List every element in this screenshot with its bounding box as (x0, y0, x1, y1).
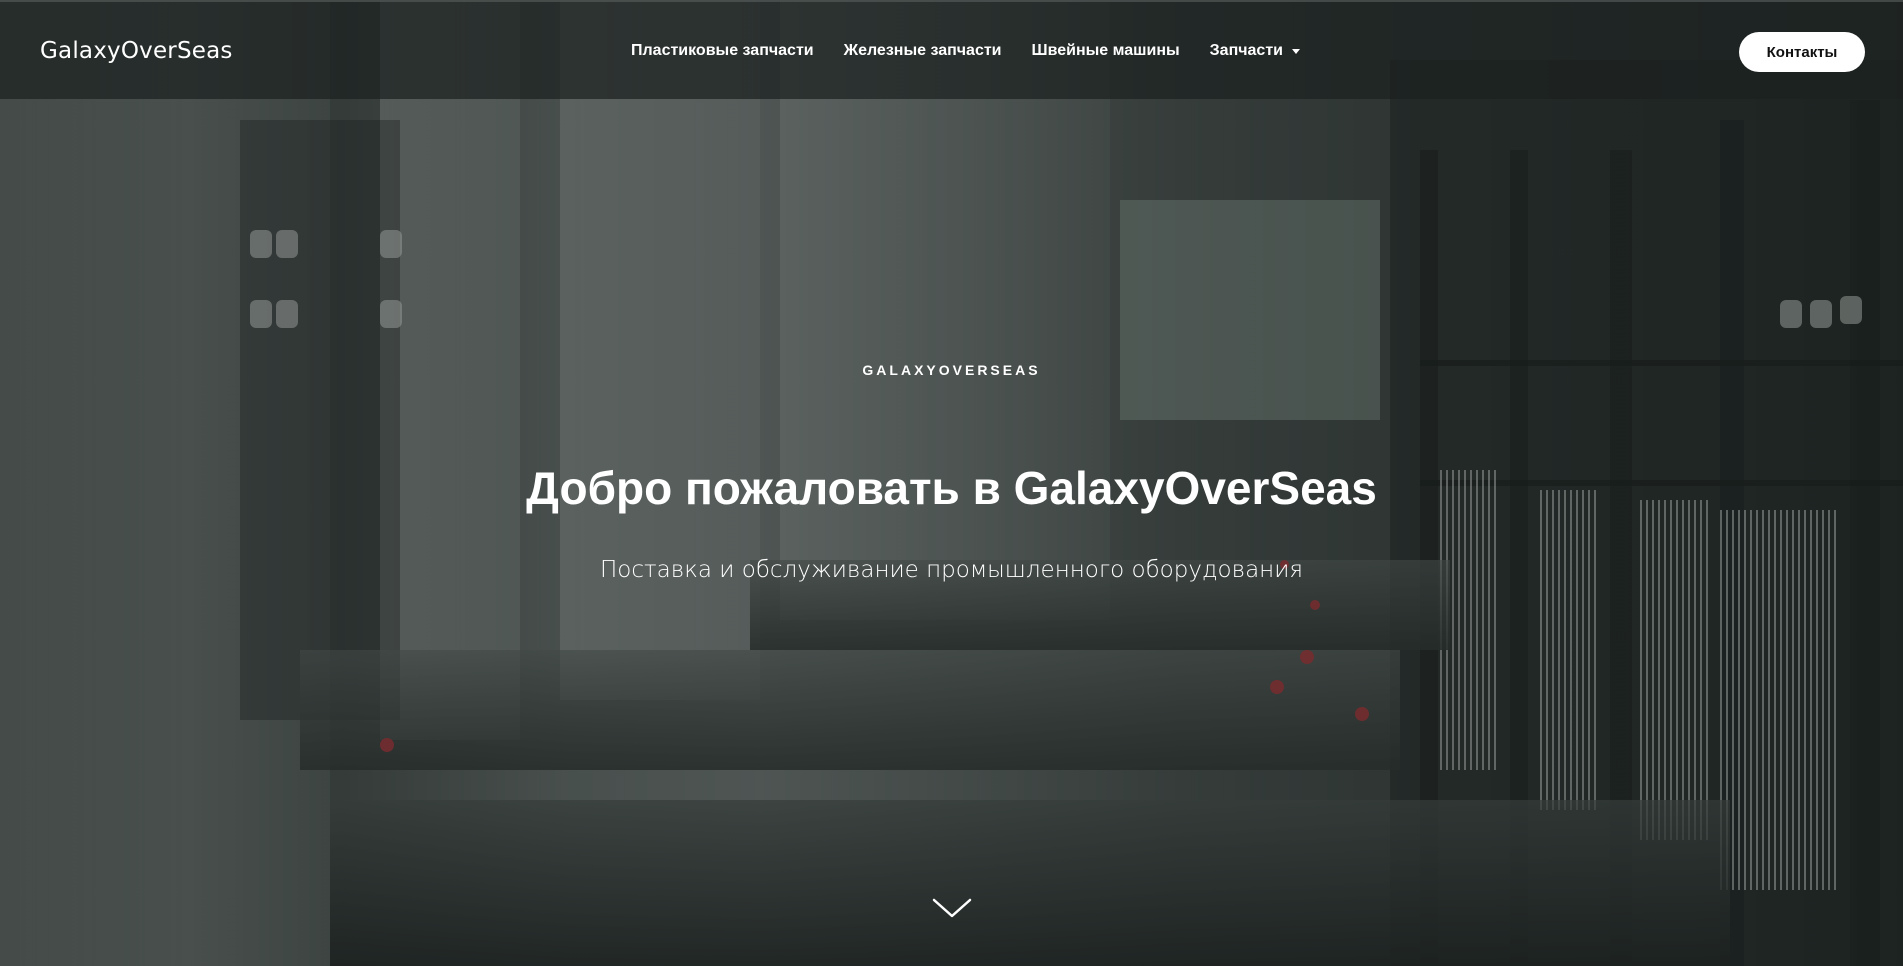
hero-subtitle: Поставка и обслуживание промышленного об… (600, 557, 1303, 583)
hero-section: GalaxyOverSeas Пластиковые запчасти Желе… (0, 0, 1903, 966)
scroll-down-button[interactable] (932, 896, 972, 920)
main-nav: Пластиковые запчасти Железные запчасти Ш… (631, 42, 1330, 60)
nav-item-sewing-machines[interactable]: Швейные машины (1032, 42, 1180, 60)
nav-item-iron-parts[interactable]: Железные запчасти (844, 42, 1002, 60)
nav-item-label: Швейные машины (1031, 42, 1180, 59)
nav-item-label: Пластиковые запчасти (631, 42, 814, 59)
chevron-down-icon (1292, 48, 1300, 54)
nav-item-label: Железные запчасти (843, 42, 1002, 59)
nav-item-plastic-parts[interactable]: Пластиковые запчасти (631, 42, 814, 60)
contacts-button[interactable]: Контакты (1739, 32, 1865, 72)
chevron-down-icon (932, 898, 972, 918)
hero-eyebrow: GALAXYOVERSEAS (862, 362, 1041, 378)
nav-item-label: Запчасти (1209, 42, 1283, 59)
brand-logo[interactable]: GalaxyOverSeas (40, 38, 233, 64)
nav-item-parts-dropdown[interactable]: Запчасти (1210, 42, 1300, 60)
top-navbar: GalaxyOverSeas Пластиковые запчасти Желе… (0, 0, 1903, 99)
hero-title: Добро пожаловать в GalaxyOverSeas (526, 462, 1377, 514)
